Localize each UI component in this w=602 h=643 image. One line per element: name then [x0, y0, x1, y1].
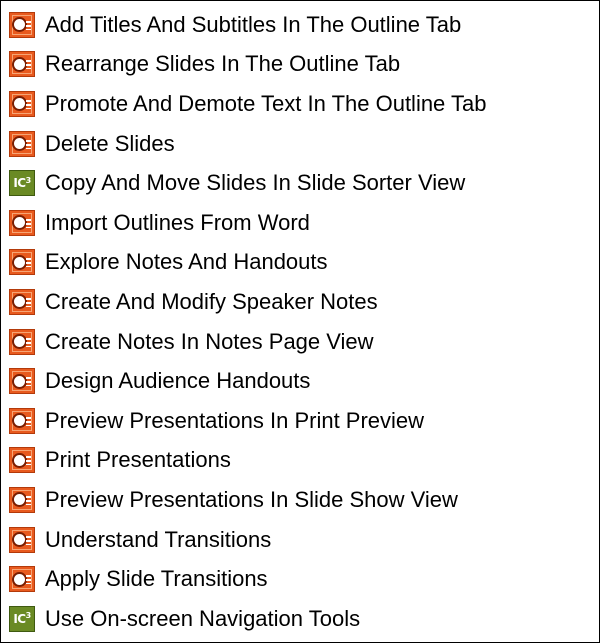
list-item-label: Print Presentations — [45, 447, 231, 473]
list-item[interactable]: Promote And Demote Text In The Outline T… — [9, 84, 486, 124]
list-item[interactable]: Understand Transitions — [9, 520, 486, 560]
powerpoint-icon — [9, 11, 35, 38]
list-item-label: Create And Modify Speaker Notes — [45, 288, 378, 314]
list-item-label: Design Audience Handouts — [45, 368, 311, 394]
powerpoint-icon — [9, 566, 35, 593]
powerpoint-icon — [9, 328, 35, 355]
lesson-list-panel: Add Titles And Subtitles In The Outline … — [0, 0, 600, 643]
list-item-label: Delete Slides — [45, 130, 175, 156]
list-item[interactable]: Print Presentations — [9, 441, 486, 481]
list-item[interactable]: Delete Slides — [9, 124, 486, 164]
powerpoint-icon — [9, 486, 35, 513]
list-item-label: Preview Presentations In Slide Show View — [45, 486, 458, 512]
ic3-icon: IC 3 — [9, 605, 35, 632]
powerpoint-icon — [9, 90, 35, 117]
list-item[interactable]: Explore Notes And Handouts — [9, 243, 486, 283]
powerpoint-icon — [9, 51, 35, 78]
powerpoint-icon — [9, 368, 35, 395]
list-item-label: Import Outlines From Word — [45, 209, 310, 235]
powerpoint-icon — [9, 209, 35, 236]
list-item[interactable]: Design Audience Handouts — [9, 361, 486, 401]
list-item-label: Use On-screen Navigation Tools — [45, 605, 361, 631]
list-item[interactable]: Apply Slide Transitions — [9, 559, 486, 599]
list-item[interactable]: Create Notes In Notes Page View — [9, 322, 486, 362]
list-item[interactable]: Preview Presentations In Print Preview — [9, 401, 486, 441]
powerpoint-icon — [9, 130, 35, 157]
list-item-label: Understand Transitions — [45, 526, 272, 552]
list-item-label: Rearrange Slides In The Outline Tab — [45, 51, 401, 77]
powerpoint-icon — [9, 249, 35, 276]
powerpoint-icon — [9, 407, 35, 434]
list-item-label: Promote And Demote Text In The Outline T… — [45, 90, 487, 116]
powerpoint-icon — [9, 447, 35, 474]
list-item[interactable]: IC 3 Use On-screen Navigation Tools — [9, 599, 486, 639]
powerpoint-icon — [9, 288, 35, 315]
list-item[interactable]: Add Titles And Subtitles In The Outline … — [9, 5, 486, 45]
list-item[interactable]: Create And Modify Speaker Notes — [9, 282, 486, 322]
list-item-label: Preview Presentations In Print Preview — [45, 407, 425, 433]
ic3-icon: IC 3 — [9, 170, 35, 197]
list-item-label: Copy And Move Slides In Slide Sorter Vie… — [45, 170, 466, 196]
list-item[interactable]: Rearrange Slides In The Outline Tab — [9, 45, 486, 85]
list-item-label: Add Titles And Subtitles In The Outline … — [45, 11, 462, 37]
powerpoint-icon — [9, 526, 35, 553]
list-item-label: Create Notes In Notes Page View — [45, 328, 374, 354]
list-item[interactable]: Import Outlines From Word — [9, 203, 486, 243]
list-item[interactable]: IC 3 Copy And Move Slides In Slide Sorter… — [9, 163, 486, 203]
lesson-list: Add Titles And Subtitles In The Outline … — [9, 5, 486, 639]
list-item[interactable]: Preview Presentations In Slide Show View — [9, 480, 486, 520]
list-item-label: Apply Slide Transitions — [45, 566, 268, 592]
list-item-label: Explore Notes And Handouts — [45, 249, 328, 275]
